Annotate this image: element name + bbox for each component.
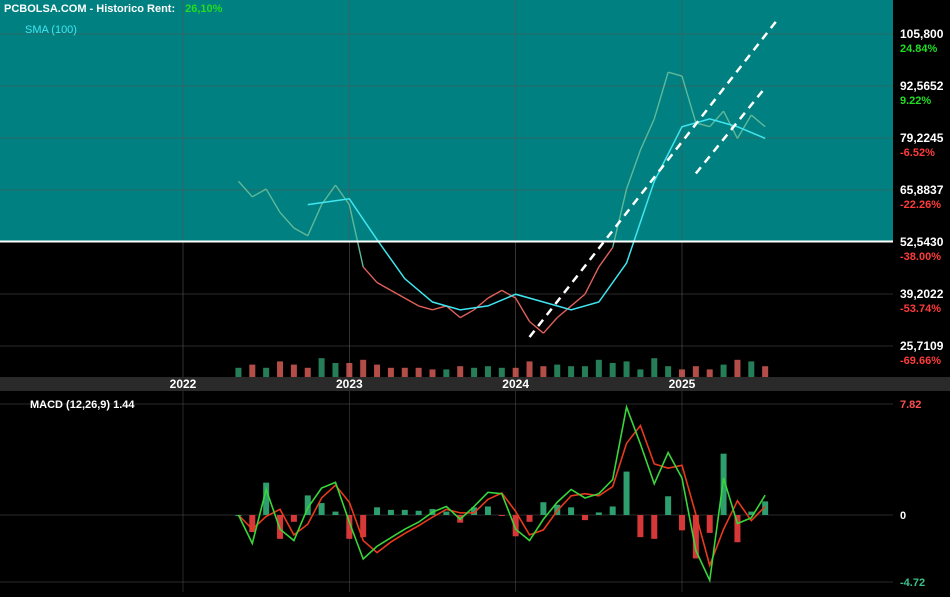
macd-lines: [237, 404, 766, 584]
volume-bar: [568, 366, 575, 377]
volume-bar: [429, 369, 436, 377]
price-tick-label: 92,5652: [900, 79, 944, 93]
volume-bar: [277, 361, 284, 377]
volume-bar: [748, 361, 755, 377]
macd-hist-bar: [290, 515, 297, 522]
volume-bar: [374, 364, 381, 377]
macd-hist-bar: [526, 515, 533, 522]
volume-bar: [304, 367, 311, 377]
macd-hist-bar: [706, 515, 713, 533]
macd-hist-bar: [332, 511, 339, 516]
volume-bar: [332, 363, 339, 377]
legend-macd: MACD (12,26,9) 1.44: [30, 399, 135, 411]
volume-bar: [554, 364, 561, 377]
macd-hist-bar: [609, 506, 616, 516]
volume-bar: [263, 367, 270, 377]
rent-tick-label: -22.26%: [900, 199, 941, 211]
macd-hist-bar: [540, 502, 547, 516]
price-tick-label: 65,8837: [900, 183, 944, 197]
volume-bar: [471, 367, 478, 377]
rent-tick-label: -38.00%: [900, 251, 941, 263]
year-tick-label: 2025: [669, 377, 696, 391]
volume-bar: [665, 366, 672, 377]
macd-hist-bar: [387, 509, 394, 516]
volume-bar: [346, 363, 353, 377]
volume-bar: [443, 369, 450, 377]
macd-hist-bar: [568, 507, 575, 516]
volume-bar: [457, 366, 464, 377]
volume-bar: [678, 369, 685, 377]
macd-tick-label: 7.82: [900, 399, 921, 411]
black-zone: [0, 241, 893, 377]
macd-hist-bar: [651, 515, 658, 539]
rent-tick-label: 9.22%: [900, 95, 931, 107]
macd-hist-bar: [623, 471, 630, 516]
macd-hist-bar: [595, 512, 602, 516]
volume-bar: [512, 367, 519, 377]
price-tick-label: 39,2022: [900, 287, 944, 301]
volume-bar: [720, 364, 727, 377]
price-tick-label: 79,2245: [900, 131, 944, 145]
macd-axis-ticks: 7.82 0 -4.72: [900, 399, 925, 589]
volume-bar: [387, 367, 394, 377]
macd-hist-bar: [401, 509, 408, 516]
macd-hist-bar: [665, 496, 672, 516]
macd-hist-bar: [374, 507, 381, 516]
volume-bar: [637, 369, 644, 377]
volume-bar: [651, 358, 658, 377]
chart-svg: 105,800 24.84% 92,5652 9.22% 79,2245 -6.52% 65…: [0, 0, 950, 592]
macd-tick-label: 0: [900, 510, 906, 522]
volume-bar: [581, 366, 588, 377]
macd-hist-bar: [498, 515, 505, 517]
rent-tick-label: -6.52%: [900, 147, 935, 159]
macd-hist-bar: [415, 510, 422, 516]
macd-histogram: [235, 453, 769, 559]
price-tick-label: 25,7109: [900, 339, 944, 353]
rent-tick-label: 24.84%: [900, 43, 938, 55]
price-tick-label: 52,5430: [900, 235, 944, 249]
rent-tick-label: -53.74%: [900, 303, 941, 315]
volume-bar: [609, 363, 616, 377]
volume-bar: [623, 361, 630, 377]
volume-bar: [415, 367, 422, 377]
volume-bar: [484, 366, 491, 377]
macd-grid: [0, 391, 893, 592]
volume-bar: [401, 367, 408, 377]
macd-hist-bar: [443, 511, 450, 516]
volume-bar: [235, 367, 242, 377]
legend-sma: SMA (100): [25, 24, 77, 36]
year-tick-label: 2023: [336, 377, 363, 391]
macd-hist-bar: [581, 515, 588, 521]
volume-bar: [540, 366, 547, 377]
volume-bar: [706, 369, 713, 377]
macd-tick-label: -4.72: [900, 577, 925, 589]
macd-line: [237, 404, 766, 584]
macd-hist-bar: [678, 515, 685, 531]
price-tick-label: 105,800: [900, 27, 944, 41]
volume-bar: [734, 359, 741, 377]
volume-bar: [360, 359, 367, 377]
volume-bar: [290, 364, 297, 377]
volume-bar: [692, 366, 699, 377]
rent-tick-label: -69.66%: [900, 355, 941, 367]
volume-bar: [498, 367, 505, 377]
volume-bar: [526, 361, 533, 377]
header-rent-value: 26,10%: [185, 3, 223, 15]
header-title: PCBOLSA.COM - Historico Rent: 26,10%: [4, 3, 223, 15]
macd-hist-bar: [484, 506, 491, 516]
volume-bar: [318, 358, 325, 377]
date-axis-strip: [0, 377, 950, 391]
year-tick-label: 2024: [502, 377, 529, 391]
volume-bar: [595, 359, 602, 377]
macd-hist-bar: [318, 503, 325, 516]
volume-bar: [762, 366, 769, 377]
year-tick-label: 2022: [170, 377, 197, 391]
chart-stage: 105,800 24.84% 92,5652 9.22% 79,2245 -6.52% 65…: [0, 0, 950, 592]
macd-hist-bar: [637, 515, 644, 538]
volume-bar: [249, 364, 256, 377]
